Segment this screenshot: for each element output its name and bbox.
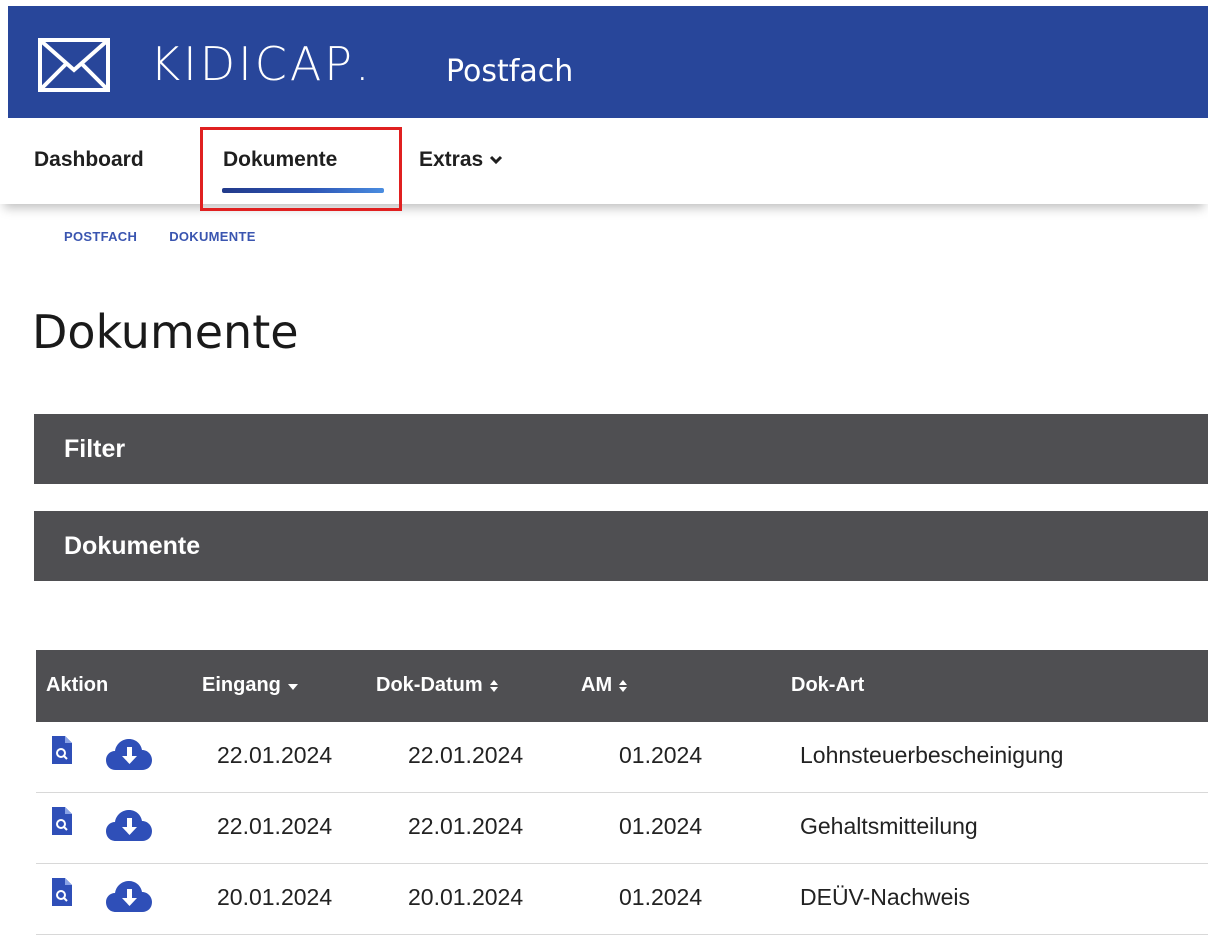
product-name: Postfach — [446, 54, 574, 89]
brand-dot: . — [355, 37, 370, 91]
main-navigation: Dashboard Dokumente Extras — [0, 118, 1208, 204]
column-label-aktion: Aktion — [46, 674, 109, 696]
column-header-dok-art: Dok-Art — [791, 674, 864, 697]
table-row: 22.01.2024 22.01.2024 01.2024 Lohnsteuer… — [36, 722, 1208, 793]
breadcrumb: POSTFACH DOKUMENTE — [64, 229, 256, 244]
table-row: 22.01.2024 22.01.2024 01.2024 Gehaltsmit… — [36, 793, 1208, 864]
nav-dashboard[interactable]: Dashboard — [34, 148, 144, 172]
document-search-icon[interactable] — [52, 878, 72, 906]
breadcrumb-dokumente[interactable]: DOKUMENTE — [169, 229, 255, 244]
table-header-row: Aktion Eingang Dok-Datum AM Dok-Art — [36, 650, 1208, 722]
cell-dok-datum: 22.01.2024 — [408, 742, 524, 768]
cell-dok-datum: 22.01.2024 — [408, 813, 524, 839]
brand-name: KIDICAP — [150, 37, 356, 91]
sort-icon — [619, 679, 628, 692]
table-row: 20.01.2024 20.01.2024 01.2024 DEÜV-Nachw… — [36, 864, 1208, 935]
cell-dok-art: DEÜV-Nachweis — [800, 884, 970, 910]
cell-am: 01.2024 — [619, 742, 703, 768]
breadcrumb-postfach[interactable]: POSTFACH — [64, 229, 137, 244]
cell-dok-art: Gehaltsmitteilung — [800, 813, 978, 839]
cell-eingang: 20.01.2024 — [217, 884, 333, 910]
filter-panel-header[interactable]: Filter — [34, 414, 1208, 484]
column-header-eingang[interactable]: Eingang — [202, 674, 299, 697]
cell-dok-art: Lohnsteuerbescheinigung — [800, 742, 1064, 768]
sort-desc-icon — [287, 683, 298, 690]
brand-logo-text[interactable]: KIDICAP. — [150, 34, 370, 94]
highlight-annotation-box — [200, 127, 402, 211]
cloud-download-icon[interactable] — [106, 809, 152, 841]
top-header-bar: KIDICAP. Postfach — [8, 6, 1208, 118]
document-search-icon[interactable] — [52, 736, 72, 764]
cloud-download-icon[interactable] — [106, 880, 152, 912]
nav-extras-dropdown[interactable]: Extras — [419, 148, 503, 172]
column-label-dok-art: Dok-Art — [791, 674, 865, 696]
nav-extras-label: Extras — [419, 148, 484, 171]
cell-eingang: 22.01.2024 — [217, 813, 333, 839]
column-label-eingang: Eingang — [202, 674, 281, 696]
documents-panel-header[interactable]: Dokumente — [34, 511, 1208, 581]
chevron-down-icon — [490, 155, 503, 165]
column-label-am: AM — [581, 674, 613, 696]
cell-am: 01.2024 — [619, 813, 703, 839]
column-header-dok-datum[interactable]: Dok-Datum — [376, 674, 499, 697]
cell-am: 01.2024 — [619, 884, 703, 910]
document-search-icon[interactable] — [52, 807, 72, 835]
page-title: Dokumente — [32, 305, 299, 359]
envelope-icon — [38, 38, 110, 92]
cloud-download-icon[interactable] — [106, 738, 152, 770]
cell-dok-datum: 20.01.2024 — [408, 884, 524, 910]
cell-eingang: 22.01.2024 — [217, 742, 333, 768]
column-label-dok-datum: Dok-Datum — [376, 674, 483, 696]
column-header-am[interactable]: AM — [581, 674, 628, 697]
documents-table: Aktion Eingang Dok-Datum AM Dok-Art 22.0… — [36, 650, 1208, 935]
sort-icon — [489, 679, 498, 692]
column-header-aktion: Aktion — [46, 674, 108, 697]
